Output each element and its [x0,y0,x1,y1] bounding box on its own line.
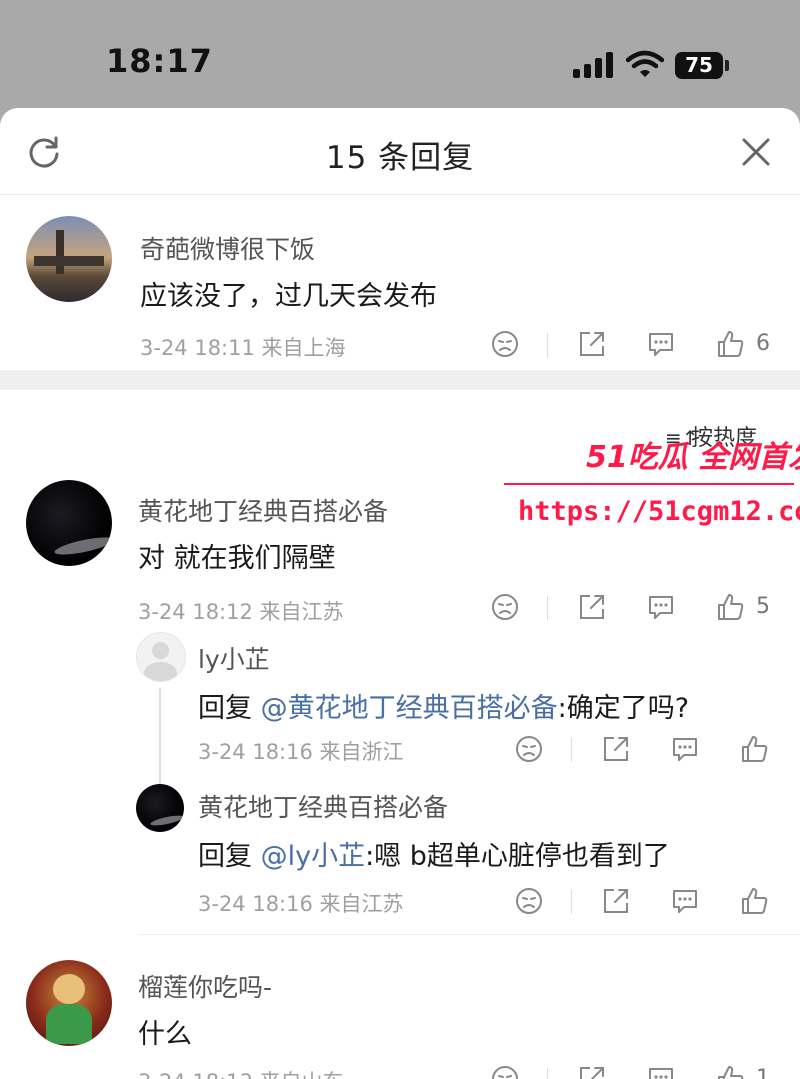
dislike-icon[interactable] [514,734,544,764]
comment-username[interactable]: 奇葩微博很下饭 [140,230,315,266]
status-time: 18:17 [106,42,213,80]
comment-icon[interactable] [670,886,700,916]
comment-icon[interactable] [646,1064,676,1079]
mention-link[interactable]: @ly小芷 [261,841,365,872]
cellular-signal-icon [573,52,615,78]
reply-username[interactable]: ly小芷 [198,640,270,676]
comment-icon[interactable] [670,734,700,764]
comment-username[interactable]: 黄花地丁经典百搭必备 [138,492,388,528]
mention-link[interactable]: @黄花地丁经典百搭必备 [261,693,558,724]
avatar[interactable] [26,216,112,302]
comment-meta: 3-24 18:13 来自山东 [138,1066,344,1079]
share-icon[interactable] [577,329,607,359]
status-bar: 18:17 75 [0,0,800,108]
comment-meta: 3-24 18:12 来自江苏 [138,600,344,624]
watermark-url: https://51cgm12.com [518,496,800,527]
reply-avatar[interactable] [136,632,186,682]
like-icon[interactable] [739,886,769,916]
dislike-icon[interactable] [514,886,544,916]
like-count: 1 [756,1066,770,1079]
like-icon[interactable] [715,1064,745,1079]
comment-text: 对 就在我们隔壁 [138,543,336,574]
watermark-logo: 51吃瓜 全网首发 [586,440,800,475]
comment-actions: 1 [490,1064,800,1079]
comment-actions: 5 [490,592,800,626]
action-separator [547,333,548,357]
share-icon[interactable] [577,592,607,622]
divider [138,934,800,935]
comment-text: 什么 [138,1019,192,1050]
comment-actions: 6 [490,329,800,363]
action-separator [571,738,572,762]
comment-icon[interactable] [646,592,676,622]
comment-item: 奇葩微博很下饭 应该没了，过几天会发布 3-24 18:11 来自上海 6 [0,194,800,370]
share-icon[interactable] [577,1064,607,1079]
dislike-icon[interactable] [490,329,520,359]
reply-actions [514,734,784,768]
like-icon[interactable] [739,734,769,764]
reply-meta: 3-24 18:16 来自浙江 [198,740,404,764]
reply-text: 回复 @ly小芷:嗯 b超单心脏停也看到了 [198,834,670,873]
like-icon[interactable] [715,592,745,622]
reply-body: :嗯 b超单心脏停也看到了 [365,841,670,872]
battery-cap [725,60,729,71]
close-icon[interactable] [738,134,774,170]
dislike-icon[interactable] [490,592,520,622]
comment-meta: 3-24 18:11 来自上海 [140,336,346,360]
action-separator [571,890,572,914]
section-gap [0,370,800,390]
reply-text: 回复 @黄花地丁经典百搭必备:确定了吗? [198,686,689,725]
comment-text: 应该没了，过几天会发布 [140,281,437,312]
reply-meta: 3-24 18:16 来自江苏 [198,892,404,916]
watermark: 51吃瓜 全网首发 https://51cgm12.com [500,432,800,542]
comment-item: 榴莲你吃吗- 什么 3-24 18:13 来自山东 1 [0,938,800,1079]
reply-avatar[interactable] [136,784,184,832]
action-separator [547,596,548,620]
reply-username[interactable]: 黄花地丁经典百搭必备 [198,788,448,824]
like-count: 5 [756,594,770,619]
thread-line [159,688,161,788]
reply-actions [514,886,784,920]
avatar[interactable] [26,960,112,1046]
reply-prefix: 回复 [198,693,261,724]
like-count: 6 [756,331,770,356]
reply-prefix: 回复 [198,841,261,872]
sheet-title: 15 条回复 [325,140,475,176]
wifi-icon [626,50,664,77]
watermark-line [504,483,794,485]
battery-icon: 75 [675,52,723,79]
comment-username[interactable]: 榴莲你吃吗- [138,968,272,1004]
share-icon[interactable] [601,886,631,916]
like-icon[interactable] [715,329,745,359]
dislike-icon[interactable] [490,1064,520,1079]
share-icon[interactable] [601,734,631,764]
sheet-header: 15 条回复 [0,108,800,195]
replies-sheet: 15 条回复 奇葩微博很下饭 应该没了，过几天会发布 3-24 18:11 来自… [0,108,800,1079]
action-separator [547,1068,548,1079]
reply-body: :确定了吗? [557,693,690,724]
avatar[interactable] [26,480,112,566]
comment-icon[interactable] [646,329,676,359]
